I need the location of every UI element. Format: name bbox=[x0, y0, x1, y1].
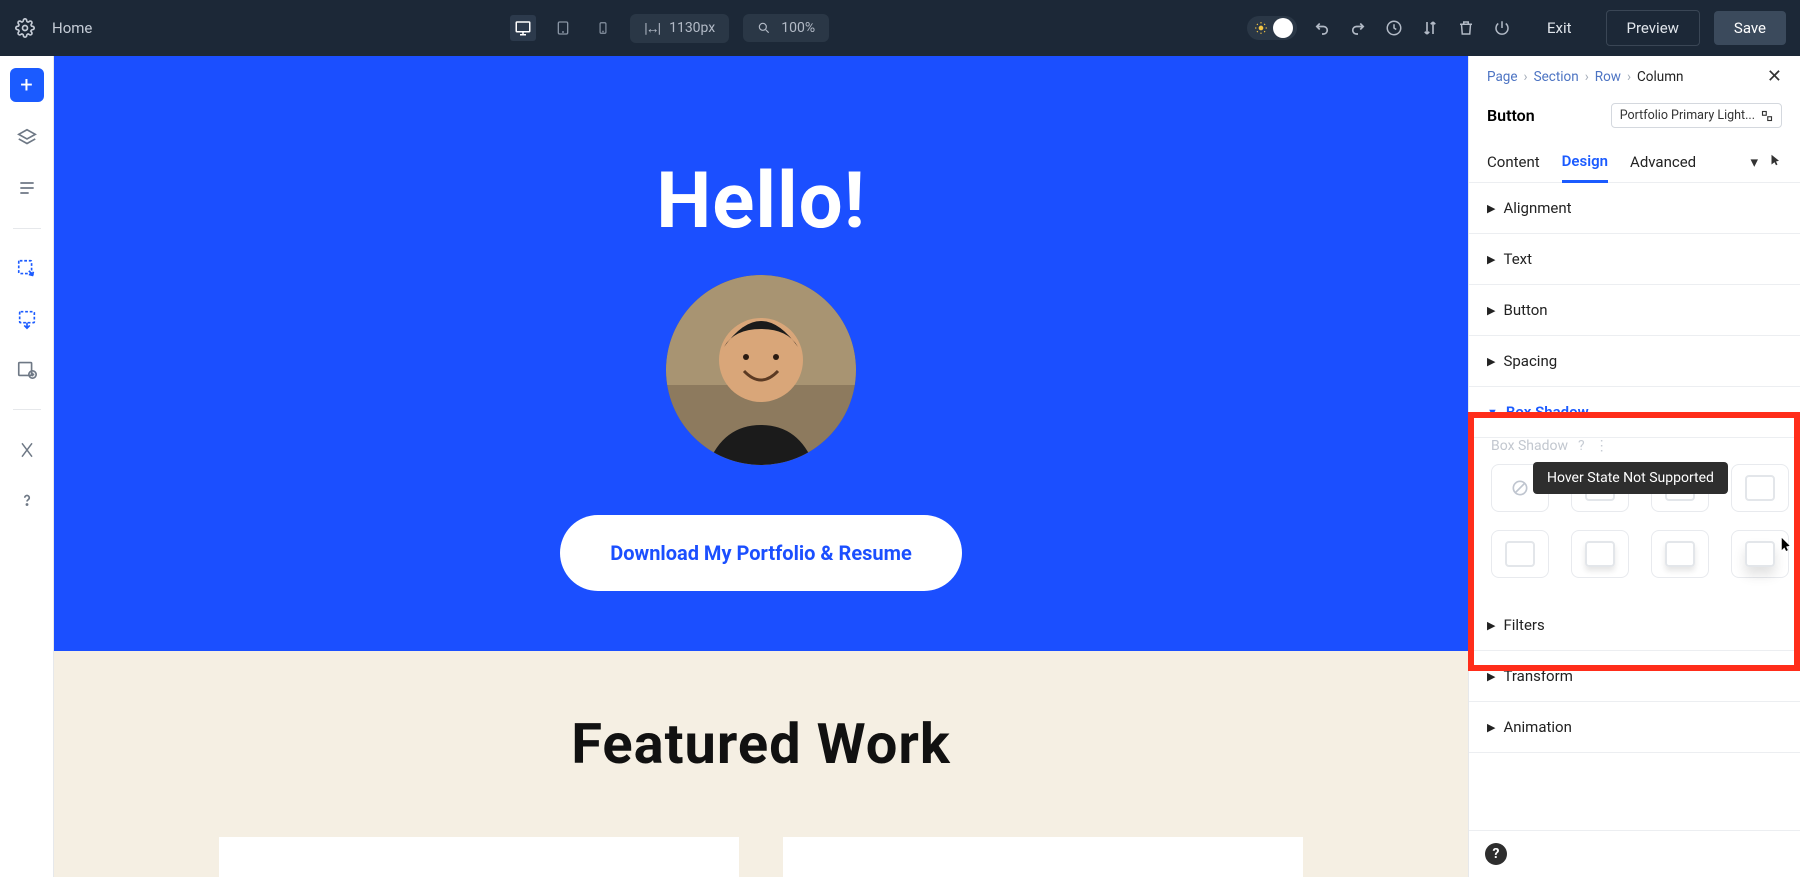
hover-not-supported-tooltip: Hover State Not Supported bbox=[1533, 462, 1728, 494]
kebab-icon[interactable]: ⋮ bbox=[1595, 438, 1609, 454]
mouse-cursor-icon bbox=[1780, 537, 1794, 551]
left-rail: + bbox=[0, 56, 54, 877]
history-icon[interactable] bbox=[1383, 17, 1405, 39]
crumb-row[interactable]: Row bbox=[1595, 69, 1621, 85]
featured-section[interactable]: Featured Work bbox=[54, 651, 1468, 877]
top-bar: Home |↔| 1130px 100% bbox=[0, 0, 1800, 56]
width-arrows-icon: |↔| bbox=[644, 20, 659, 37]
redo-icon[interactable] bbox=[1347, 17, 1369, 39]
tab-design[interactable]: Design bbox=[1562, 142, 1608, 183]
help-icon[interactable] bbox=[13, 486, 41, 514]
preset-selector[interactable]: Portfolio Primary Light... bbox=[1611, 103, 1782, 128]
undo-icon[interactable] bbox=[1311, 17, 1333, 39]
canvas-width-value: 1130px bbox=[669, 20, 715, 36]
accordion-filters[interactable]: ▶Filters bbox=[1469, 600, 1800, 651]
device-tablet-icon[interactable] bbox=[550, 15, 576, 41]
accordion-alignment[interactable]: ▶Alignment bbox=[1469, 183, 1800, 234]
shadow-option-5[interactable] bbox=[1571, 530, 1629, 578]
cursor-icon[interactable] bbox=[1770, 153, 1782, 171]
preset-icon bbox=[1761, 110, 1773, 122]
crumb-section[interactable]: Section bbox=[1534, 69, 1579, 85]
hero-section[interactable]: Hello! Download My Portfo bbox=[54, 56, 1468, 651]
chevron-down-icon[interactable]: ▾ bbox=[1750, 153, 1758, 171]
power-icon[interactable] bbox=[1491, 17, 1513, 39]
element-type: Button bbox=[1487, 106, 1535, 125]
exit-button[interactable]: Exit bbox=[1527, 11, 1592, 45]
tab-content[interactable]: Content bbox=[1487, 143, 1540, 181]
download-button[interactable]: Download My Portfolio & Resume bbox=[560, 515, 962, 591]
shadow-option-6[interactable] bbox=[1651, 530, 1709, 578]
help-badge-icon[interactable]: ? bbox=[1485, 843, 1507, 865]
featured-title[interactable]: Featured Work bbox=[54, 711, 1468, 777]
sort-icon[interactable] bbox=[1419, 17, 1441, 39]
tools-icon[interactable] bbox=[13, 436, 41, 464]
close-icon[interactable]: ✕ bbox=[1767, 66, 1782, 87]
right-panel: Page› Section› Row› Column ✕ Button Port… bbox=[1468, 56, 1800, 877]
accordion-animation[interactable]: ▶Animation bbox=[1469, 702, 1800, 753]
panel-tabs: Content Design Advanced ▾ bbox=[1469, 142, 1800, 183]
zoom-value: 100% bbox=[781, 20, 815, 36]
canvas-area[interactable]: Hello! Download My Portfo bbox=[54, 56, 1468, 877]
select-tool-icon[interactable] bbox=[13, 255, 41, 283]
toggle-knob bbox=[1273, 18, 1293, 38]
shadow-option-3[interactable] bbox=[1731, 464, 1789, 512]
home-link[interactable]: Home bbox=[52, 19, 92, 37]
accordion-box-shadow[interactable]: ▼Box Shadow bbox=[1469, 387, 1800, 438]
accordion-text[interactable]: ▶Text bbox=[1469, 234, 1800, 285]
tab-advanced[interactable]: Advanced bbox=[1630, 143, 1696, 181]
box-shadow-panel: Box Shadow ? ⋮ Hover State Not Supported bbox=[1469, 438, 1800, 600]
breadcrumb: Page› Section› Row› Column ✕ bbox=[1469, 56, 1800, 97]
crumb-page[interactable]: Page bbox=[1487, 69, 1518, 85]
preview-button[interactable]: Preview bbox=[1606, 10, 1700, 46]
design-accordion: ▶Alignment ▶Text ▶Button ▶Spacing ▼Box S… bbox=[1469, 183, 1800, 830]
accordion-button[interactable]: ▶Button bbox=[1469, 285, 1800, 336]
layers-icon[interactable] bbox=[13, 124, 41, 152]
add-element-button[interactable]: + bbox=[10, 68, 44, 102]
list-icon[interactable] bbox=[13, 174, 41, 202]
trash-icon[interactable] bbox=[1455, 17, 1477, 39]
work-card[interactable] bbox=[783, 837, 1303, 877]
device-desktop-icon[interactable] bbox=[510, 15, 536, 41]
theme-toggle[interactable] bbox=[1247, 16, 1297, 40]
shadow-option-4[interactable] bbox=[1491, 530, 1549, 578]
save-button[interactable]: Save bbox=[1714, 11, 1786, 45]
structure-tool-icon[interactable] bbox=[13, 305, 41, 333]
work-card[interactable] bbox=[219, 837, 739, 877]
accordion-transform[interactable]: ▶Transform bbox=[1469, 651, 1800, 702]
accordion-spacing[interactable]: ▶Spacing bbox=[1469, 336, 1800, 387]
avatar-image[interactable] bbox=[666, 275, 856, 465]
search-icon bbox=[757, 21, 771, 35]
box-shadow-label: Box Shadow bbox=[1491, 438, 1568, 454]
sun-icon bbox=[1251, 18, 1271, 38]
crumb-column[interactable]: Column bbox=[1637, 69, 1684, 85]
library-icon[interactable] bbox=[13, 355, 41, 383]
canvas-width-input[interactable]: |↔| 1130px bbox=[630, 14, 729, 43]
settings-gear-icon[interactable] bbox=[14, 17, 36, 39]
zoom-input[interactable]: 100% bbox=[743, 14, 829, 42]
hero-title[interactable]: Hello! bbox=[54, 156, 1468, 247]
help-question-icon[interactable]: ? bbox=[1578, 438, 1585, 454]
device-phone-icon[interactable] bbox=[590, 15, 616, 41]
